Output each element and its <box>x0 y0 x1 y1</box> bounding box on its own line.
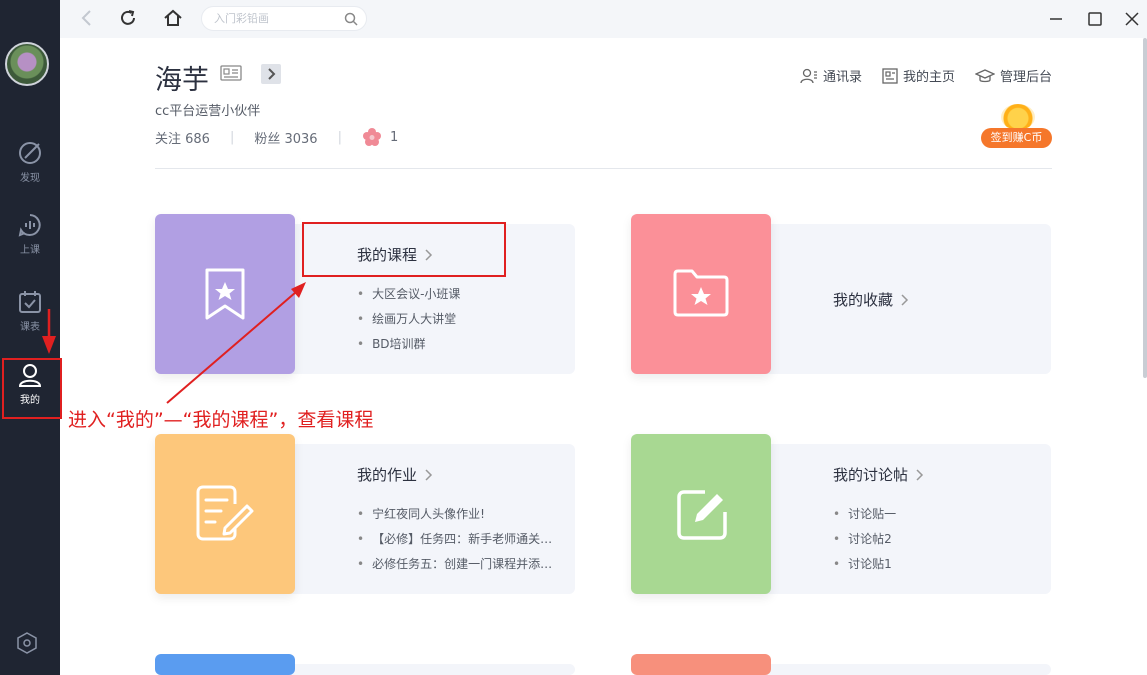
bookmark-star-icon <box>205 268 245 320</box>
home-icon[interactable] <box>163 9 183 27</box>
homepage-link[interactable]: 我的主页 <box>882 66 955 85</box>
admin-label: 管理后台 <box>999 70 1052 85</box>
favorites-tile[interactable] <box>631 214 771 374</box>
homework-tile[interactable] <box>155 434 295 594</box>
signin-label: 签到赚C币 <box>981 128 1052 148</box>
hexagon-settings-icon <box>17 632 37 654</box>
profile-name: 海芋 <box>155 65 209 96</box>
flower-icon <box>362 128 381 146</box>
header-divider <box>155 168 1052 169</box>
divider: | <box>229 129 235 145</box>
admin-link[interactable]: 管理后台 <box>974 66 1052 85</box>
list-item[interactable]: 必修任务五：创建一门课程并添加... <box>357 555 562 580</box>
favorites-title-text: 我的收藏 <box>833 291 894 309</box>
divider: | <box>337 129 342 145</box>
profile-subtitle: cc平台运营小伙伴 <box>155 104 261 119</box>
list-item[interactable]: 绘画万人大讲堂 <box>357 310 557 335</box>
search-icon[interactable] <box>344 12 358 26</box>
top-bar <box>60 0 1147 38</box>
compass-icon <box>19 142 41 164</box>
profile-stats: 关注 686 | 粉丝 3036 | 1 <box>155 127 398 147</box>
edit-document-icon <box>196 485 254 541</box>
minimize-icon[interactable] <box>1048 11 1064 27</box>
list-item[interactable]: 宁红夜同人头像作业! <box>357 505 562 530</box>
discussions-title[interactable]: 我的讨论帖 <box>833 464 924 485</box>
coin-icon <box>1001 104 1035 130</box>
search-box[interactable] <box>201 6 367 31</box>
homework-title[interactable]: 我的作业 <box>357 464 433 485</box>
settings-button[interactable] <box>16 632 38 658</box>
refresh-icon[interactable] <box>119 9 137 27</box>
maximize-icon[interactable] <box>1087 11 1103 27</box>
sidebar-item-label: 课表 <box>20 322 40 333</box>
sidebar-item-label: 上课 <box>20 245 40 256</box>
folder-star-icon <box>673 269 729 317</box>
id-card-icon[interactable] <box>220 65 242 81</box>
chevron-right-icon <box>268 68 276 80</box>
sidebar-item-label: 发现 <box>20 173 40 184</box>
list-item[interactable]: 讨论帖2 <box>833 530 1033 555</box>
search-input[interactable] <box>214 12 334 25</box>
homepage-label: 我的主页 <box>902 70 955 85</box>
favorites-title[interactable]: 我的收藏 <box>833 289 909 310</box>
sidebar: 发现 上课 课表 我的 <box>0 0 60 675</box>
scrollbar[interactable] <box>1143 38 1147 378</box>
chevron-right-icon <box>916 468 924 481</box>
graduation-cap-icon <box>974 68 995 82</box>
following-count[interactable]: 关注 686 <box>155 128 210 147</box>
partial-tile-salmon[interactable] <box>631 654 771 675</box>
live-class-icon <box>18 214 41 237</box>
chevron-right-icon <box>901 293 909 306</box>
discussions-tile[interactable] <box>631 434 771 594</box>
sidebar-item-schedule[interactable]: 课表 <box>0 289 60 349</box>
annotation-text: 进入“我的”—“我的课程”，查看课程 <box>68 409 374 431</box>
flower-count: 1 <box>389 129 399 145</box>
annotation-highlight-courses <box>302 222 506 277</box>
list-item[interactable]: 大区会议-小班课 <box>357 285 557 310</box>
signin-button[interactable]: 签到赚C币 <box>981 104 1052 148</box>
sidebar-item-class[interactable]: 上课 <box>0 212 60 272</box>
close-icon[interactable] <box>1124 11 1140 27</box>
calendar-check-icon <box>19 291 41 313</box>
discussions-list: 讨论贴一 讨论帖2 讨论贴1 <box>833 505 1033 580</box>
list-item[interactable]: 讨论贴1 <box>833 555 1033 580</box>
homework-title-text: 我的作业 <box>357 466 418 484</box>
fans-count[interactable]: 粉丝 3036 <box>254 128 317 147</box>
homework-list: 宁红夜同人头像作业! 【必修】任务四：新手老师通关小... 必修任务五：创建一门… <box>357 505 562 580</box>
sidebar-item-discover[interactable]: 发现 <box>0 140 60 200</box>
contacts-link[interactable]: 通讯录 <box>800 66 862 85</box>
homepage-icon <box>882 67 898 84</box>
partial-tile-blue[interactable] <box>155 654 295 675</box>
courses-list: 大区会议-小班课 绘画万人大讲堂 BD培训群 <box>357 285 557 360</box>
discussions-title-text: 我的讨论帖 <box>833 466 909 484</box>
list-item[interactable]: 讨论贴一 <box>833 505 1033 530</box>
header-links: 通讯录 我的主页 管理后台 <box>800 66 1052 85</box>
chevron-right-icon <box>425 468 433 481</box>
avatar[interactable] <box>5 42 49 86</box>
list-item[interactable]: 【必修】任务四：新手老师通关小... <box>357 530 562 555</box>
back-icon[interactable] <box>78 9 96 27</box>
annotation-highlight-mine <box>2 358 62 419</box>
profile-expand-button[interactable] <box>261 64 281 84</box>
courses-tile[interactable] <box>155 214 295 374</box>
edit-square-icon <box>677 490 727 540</box>
contacts-label: 通讯录 <box>822 70 862 85</box>
contacts-icon <box>800 68 817 83</box>
list-item[interactable]: BD培训群 <box>357 335 557 360</box>
